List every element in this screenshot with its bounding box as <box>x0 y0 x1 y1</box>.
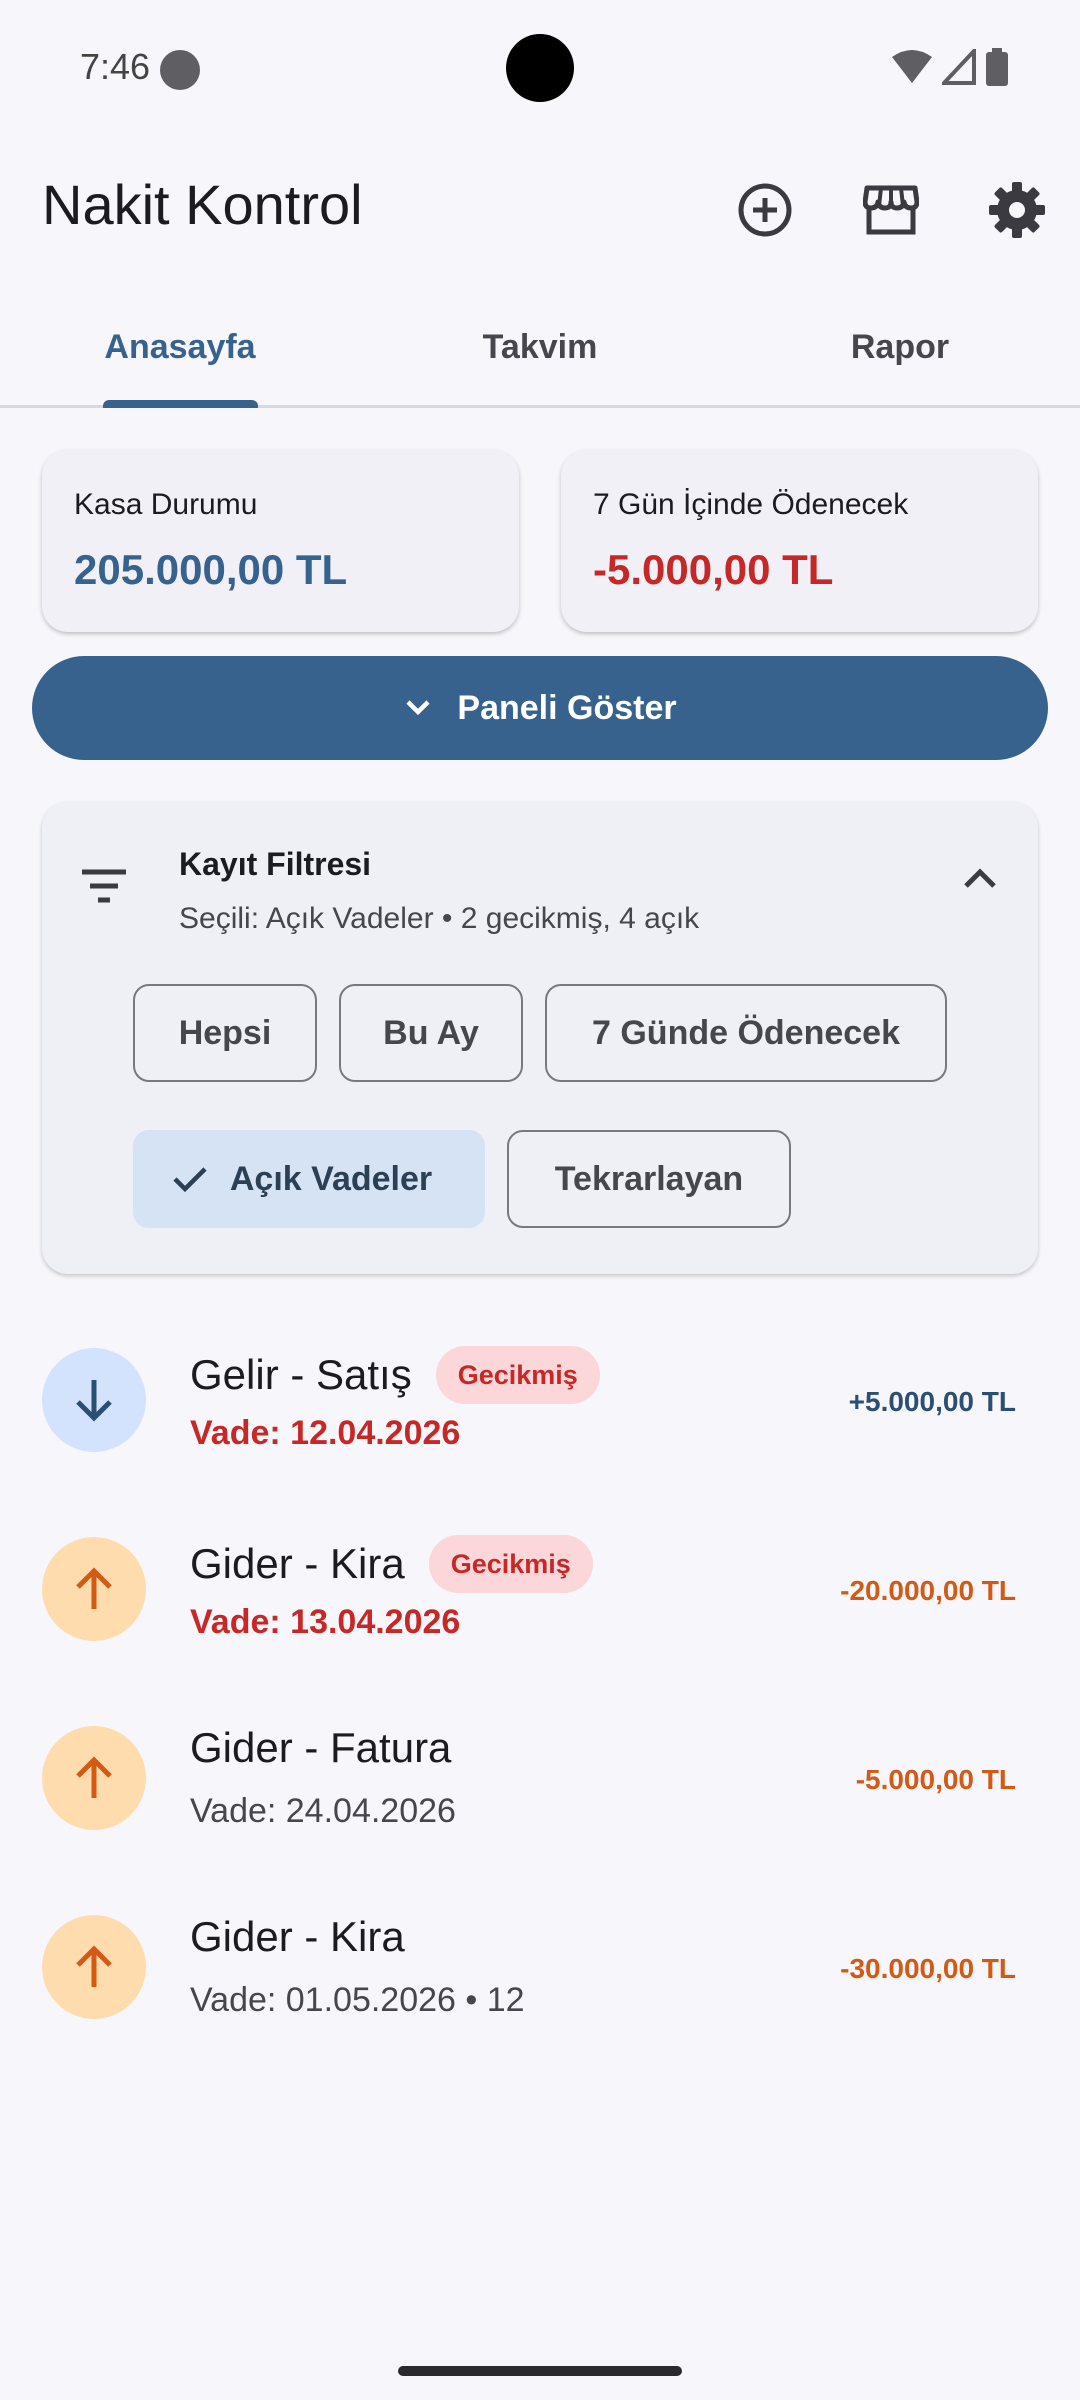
status-bar: 7:46 <box>0 0 1080 136</box>
item-title-row: Gider - Fatura <box>190 1724 451 1772</box>
show-panel-label: Paneli Göster <box>457 688 677 727</box>
tab-anasayfa[interactable]: Anasayfa <box>0 290 360 408</box>
income-avatar <box>42 1348 146 1452</box>
item-amount: +5.000,00 TL <box>848 1386 1016 1417</box>
filter-chip-open-dues[interactable]: Açık Vadeler <box>133 1130 485 1228</box>
item-title-row: Gider - Kira Gecikmiş <box>190 1535 593 1593</box>
item-due-date: Vade: 13.04.2026 <box>190 1603 461 1641</box>
check-icon <box>173 1167 207 1193</box>
item-due-date: Vade: 01.05.2026 • 12 <box>190 1981 525 2019</box>
tab-rapor[interactable]: Rapor <box>720 290 1080 405</box>
filter-title: Kayıt Filtresi <box>179 846 372 882</box>
tab-label: Takvim <box>482 328 598 366</box>
battery-icon <box>986 48 1008 86</box>
tab-takvim[interactable]: Takvim <box>360 290 720 405</box>
filter-chip-row: Hepsi Bu Ay 7 Günde Ödenecek <box>133 984 947 1082</box>
add-button[interactable] <box>702 150 828 270</box>
expense-avatar <box>42 1915 146 2019</box>
store-button[interactable] <box>828 150 954 270</box>
due-7-days-value: -5.000,00 TL <box>593 546 834 593</box>
filter-chip-all[interactable]: Hepsi <box>133 984 317 1082</box>
arrow-up-icon <box>76 1756 112 1798</box>
item-amount: -20.000,00 TL <box>840 1575 1016 1606</box>
filter-chip-due-7-days[interactable]: 7 Günde Ödenecek <box>545 984 947 1082</box>
home-indicator[interactable] <box>398 2366 682 2376</box>
filter-chip-this-month[interactable]: Bu Ay <box>339 984 523 1082</box>
signal-icon <box>942 49 976 85</box>
arrow-up-icon <box>76 1945 112 1987</box>
list-item[interactable]: Gider - Kira Gecikmiş Vade: 13.04.2026 -… <box>0 1501 1080 1690</box>
filter-summary: Seçili: Açık Vadeler • 2 gecikmiş, 4 açı… <box>179 902 700 935</box>
screen: 7:46 Nakit Kontrol Anasayfa Takvim Rapor… <box>0 0 1080 2400</box>
status-time: 7:46 <box>80 46 151 87</box>
app-bar: Nakit Kontrol <box>0 150 1080 270</box>
list-item[interactable]: Gider - Fatura Vade: 24.04.2026 -5.000,0… <box>0 1690 1080 1879</box>
list-item[interactable]: Gelir - Satış Gecikmiş Vade: 12.04.2026 … <box>0 1312 1080 1501</box>
app-title: Nakit Kontrol <box>42 173 363 236</box>
settings-icon <box>989 182 1045 238</box>
filter-icon <box>82 869 126 903</box>
item-amount: -30.000,00 TL <box>840 1953 1016 1984</box>
due-7-days-card: 7 Gün İçinde Ödenecek -5.000,00 TL <box>561 450 1038 632</box>
tab-label: Anasayfa <box>104 328 256 366</box>
item-due-date: Vade: 24.04.2026 <box>190 1792 456 1830</box>
arrow-down-icon <box>76 1380 112 1422</box>
due-7-days-label: 7 Gün İçinde Ödenecek <box>593 488 909 521</box>
filter-chip-recurring[interactable]: Tekrarlayan <box>507 1130 791 1228</box>
show-panel-button[interactable]: Paneli Göster <box>32 656 1048 760</box>
record-filter-card: Kayıt Filtresi Seçili: Açık Vadeler • 2 … <box>42 802 1038 1274</box>
cash-status-card: Kasa Durumu 205.000,00 TL <box>42 450 519 632</box>
overdue-badge: Gecikmiş <box>428 1535 593 1593</box>
cash-status-label: Kasa Durumu <box>74 488 258 521</box>
chevron-down-icon <box>406 700 430 716</box>
transaction-list: Gelir - Satış Gecikmiş Vade: 12.04.2026 … <box>0 1312 1080 2068</box>
expense-avatar <box>42 1537 146 1641</box>
item-due-date: Vade: 12.04.2026 <box>190 1414 461 1452</box>
notification-dot-icon <box>160 50 200 90</box>
cash-status-value: 205.000,00 TL <box>74 546 348 593</box>
settings-button[interactable] <box>954 150 1080 270</box>
arrow-up-icon <box>76 1567 112 1609</box>
item-amount: -5.000,00 TL <box>855 1764 1016 1795</box>
status-icons <box>892 48 1008 86</box>
tab-indicator <box>103 400 258 408</box>
overdue-badge: Gecikmiş <box>435 1346 600 1404</box>
camera-cutout <box>506 34 574 102</box>
item-title: Gider - Kira <box>190 1540 405 1587</box>
filter-chip-label: Açık Vadeler <box>229 1159 433 1198</box>
item-title: Gider - Kira <box>190 1913 405 1960</box>
storefront-icon <box>863 185 919 235</box>
app-actions <box>702 150 1080 270</box>
filter-chip-row: Açık Vadeler Tekrarlayan <box>133 1130 791 1228</box>
summary-cards: Kasa Durumu 205.000,00 TL 7 Gün İçinde Ö… <box>42 450 1038 632</box>
chevron-up-icon[interactable] <box>960 864 1000 892</box>
item-title: Gider - Fatura <box>190 1724 452 1771</box>
item-title-row: Gelir - Satış Gecikmiş <box>190 1346 600 1404</box>
tab-label: Rapor <box>850 328 950 366</box>
tab-bar: Anasayfa Takvim Rapor <box>0 290 1080 408</box>
list-item[interactable]: Gider - Kira Vade: 01.05.2026 • 12 -30.0… <box>0 1879 1080 2068</box>
item-title-row: Gider - Kira <box>190 1913 405 1961</box>
wifi-icon <box>892 50 932 83</box>
item-title: Gelir - Satış <box>190 1351 412 1398</box>
add-circle-icon <box>738 183 792 237</box>
expense-avatar <box>42 1726 146 1830</box>
